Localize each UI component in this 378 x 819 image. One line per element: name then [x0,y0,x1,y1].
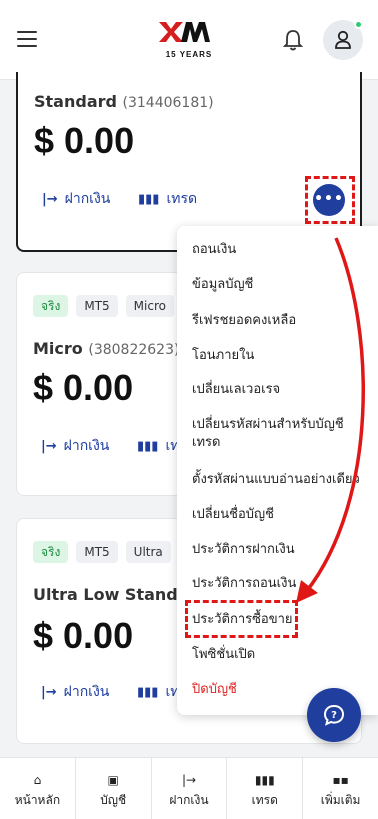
wallet-icon: ▣ [107,773,119,787]
account-balance: $ 0.00 [34,120,135,161]
deposit-label: ฝากเงิน [63,438,110,454]
menu-item-account-info[interactable]: ข้อมูลบัญชี [192,276,253,294]
account-number: (314406181) [122,95,214,111]
tab-label: เทรด [251,793,278,807]
account-title: Micro (380822623) [33,339,179,358]
account-balance: $ 0.00 [33,615,134,656]
chart-icon: ▮▮▮ [138,191,160,207]
trade-label: เทรด [166,191,198,207]
deposit-icon: |→ [41,684,57,700]
badge-real: จริง [33,541,69,563]
home-icon: ⌂ [33,773,42,787]
chat-support-button[interactable]: ? [307,688,361,742]
menu-item-refresh-balance[interactable]: รีเฟรชยอดคงเหลือ [192,312,296,330]
xm-logo[interactable]: 15 YEARS [158,20,220,59]
profile-avatar[interactable] [323,20,363,60]
menu-item-open-positions[interactable]: โพซิชั่นเปิด [192,646,255,664]
account-title: Standard (314406181) [34,92,214,111]
account-name: Standard [34,92,117,111]
tab-home[interactable]: ⌂ หน้าหลัก [0,758,76,819]
menu-item-close-account[interactable]: ปิดบัญชี [192,681,237,699]
logo-mark [159,22,210,42]
badge-type: Ultra [125,541,171,563]
deposit-button[interactable]: |→ ฝากเงิน [42,188,110,210]
menu-item-withdrawal-history[interactable]: ประวัติการถอนเงิน [192,575,296,593]
logo-main [158,20,220,49]
bottom-navigation: ⌂ หน้าหลัก ▣ บัญชี |→ ฝากเงิน ▮▮▮ เทรด ▪▪ เพิ… [0,757,378,819]
online-status-dot [354,20,363,29]
grid-icon: ▪▪ [332,773,349,787]
tab-label: หน้าหลัก [14,793,61,807]
chart-icon: ▮▮▮ [137,684,159,700]
highlight-box-trade-history [185,600,298,638]
tab-label: เพิ่มเติม [320,793,361,807]
account-card-standard: Standard (314406181) $ 0.00 |→ ฝากเงิน ▮▮… [16,72,362,252]
badge-platform: MT5 [76,295,118,317]
account-title: Ultra Low Standa [33,585,189,604]
svg-text:?: ? [331,710,337,721]
highlight-box-more [305,176,355,224]
trade-button[interactable]: ▮▮▮ เทรด [138,188,197,210]
account-number: (380822623) [88,342,180,358]
menu-item-set-readonly-password[interactable]: ตั้งรหัสผ่านแบบอ่านอย่างเดียว [192,471,360,489]
deposit-icon: |→ [181,773,197,787]
menu-item-rename-account[interactable]: เปลี่ยนชื่อบัญชี [192,506,274,524]
account-options-menu: ถอนเงิน ข้อมูลบัญชี รีเฟรชยอดคงเหลือ โอน… [177,226,378,715]
menu-item-label-line1: เปลี่ยนรหัสผ่านสำหรับบัญชี [192,417,344,432]
badge-platform: MT5 [76,541,118,563]
badge-type: Micro [125,295,174,317]
tab-accounts[interactable]: ▣ บัญชี [76,758,152,819]
menu-item-internal-transfer[interactable]: โอนภายใน [192,347,254,365]
tab-label: บัญชี [100,793,127,807]
tab-deposit[interactable]: |→ ฝากเงิน [152,758,228,819]
account-badges: จริง MT5 Micro [33,295,174,317]
chat-icon: ? [323,704,345,726]
deposit-icon: |→ [42,191,58,207]
menu-item-change-trade-password[interactable]: เปลี่ยนรหัสผ่านสำหรับบัญชี เทรด [192,416,344,452]
bell-icon[interactable] [282,28,304,52]
logo-subtitle: 15 YEARS [165,50,213,59]
menu-item-label-line2: เทรด [192,435,221,450]
account-name: Ultra Low Standa [33,585,189,604]
menu-icon[interactable] [17,31,37,47]
deposit-label: ฝากเงิน [63,684,110,700]
user-icon [335,30,351,49]
menu-item-withdraw[interactable]: ถอนเงิน [192,241,236,259]
menu-item-deposit-history[interactable]: ประวัติการฝากเงิน [192,541,295,559]
account-balance: $ 0.00 [33,367,134,408]
top-header: 15 YEARS [0,0,378,80]
account-badges: จริง MT5 Ultra [33,541,171,563]
tab-more[interactable]: ▪▪ เพิ่มเติม [303,758,378,819]
deposit-button[interactable]: |→ ฝากเงิน [41,681,109,703]
tab-trade[interactable]: ▮▮▮ เทรด [227,758,304,819]
deposit-icon: |→ [41,438,57,454]
badge-real: จริง [33,295,69,317]
account-name: Micro [33,339,83,358]
tab-label: ฝากเงิน [169,793,209,807]
deposit-label: ฝากเงิน [64,191,111,207]
chart-icon: ▮▮▮ [137,438,159,454]
menu-item-change-leverage[interactable]: เปลี่ยนเลเวอเรจ [192,381,280,399]
chart-icon: ▮▮▮ [254,773,275,787]
deposit-button[interactable]: |→ ฝากเงิน [41,435,109,457]
